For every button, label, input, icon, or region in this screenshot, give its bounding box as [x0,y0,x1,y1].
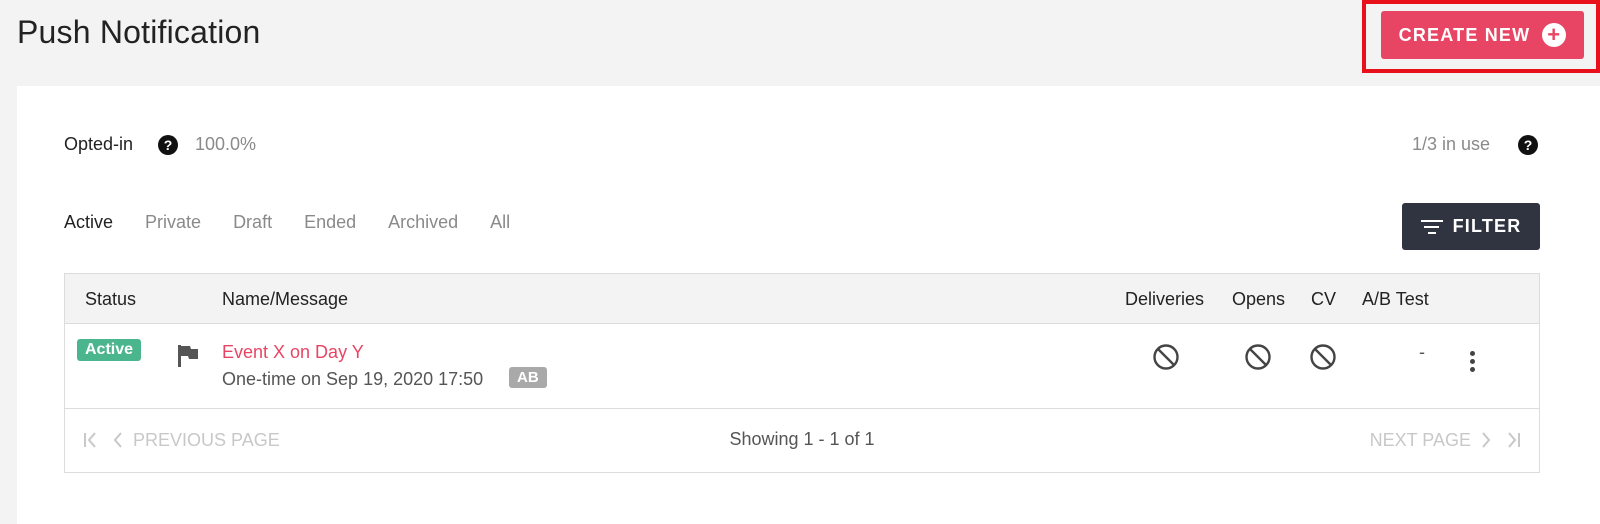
pager-next[interactable]: NEXT PAGE [1370,429,1523,451]
pager-info: Showing 1 - 1 of 1 [729,429,875,449]
tab-draft[interactable]: Draft [233,212,272,233]
opted-in-label: Opted-in [64,134,134,154]
ab-test-value: - [1419,342,1425,362]
tab-ended[interactable]: Ended [304,212,356,233]
question-circle-icon[interactable]: ? [1518,135,1538,155]
tab-active[interactable]: Active [64,212,113,233]
pagination: PREVIOUS PAGE Showing 1 - 1 of 1 NEXT PA… [65,409,1539,473]
page-title: Push Notification [17,14,261,50]
campaign-name-link[interactable]: Event X on Day Y [222,342,364,363]
header-deliveries: Deliveries [1125,289,1205,309]
opted-in-value: 100.0% [195,134,257,154]
filter-button[interactable]: FILTER [1402,203,1540,250]
more-options-icon[interactable] [1457,346,1487,376]
header-cv: CV [1311,289,1337,309]
last-page-icon[interactable] [1501,429,1523,451]
tab-archived[interactable]: Archived [388,212,458,233]
table-row[interactable]: Active Event X on Day Y One-time on Sep … [65,324,1539,409]
header-opens: Opens [1232,289,1286,309]
tab-bar: Active Private Draft Ended Archived All [64,212,542,233]
not-available-icon [1310,344,1336,370]
not-available-icon [1153,344,1179,370]
tab-all[interactable]: All [490,212,510,233]
header-name: Name/Message [222,289,349,309]
flag-icon[interactable] [177,344,199,368]
status-badge: Active [77,339,142,361]
next-page-label: NEXT PAGE [1369,429,1471,450]
not-available-icon [1245,344,1271,370]
table-header: Status Name/Message Deliveries Opens CV … [65,274,1539,324]
plus-circle-icon: + [1542,23,1567,47]
header-status: Status [85,289,137,309]
header-ab-test: A/B Test [1362,289,1429,309]
filter-icon [1420,218,1443,236]
ab-badge: AB [509,367,547,388]
create-new-label: CREATE NEW [1398,24,1531,45]
chevron-right-icon [1482,432,1491,448]
question-circle-icon[interactable]: ? [158,135,178,155]
filter-label: FILTER [1452,216,1522,236]
campaign-table: Status Name/Message Deliveries Opens CV … [64,273,1540,473]
campaign-schedule: One-time on Sep 19, 2020 17:50 [222,369,484,389]
usage-count: 1/3 in use [1412,134,1491,154]
create-new-button[interactable]: CREATE NEW + [1381,11,1584,59]
tab-private[interactable]: Private [145,212,201,233]
